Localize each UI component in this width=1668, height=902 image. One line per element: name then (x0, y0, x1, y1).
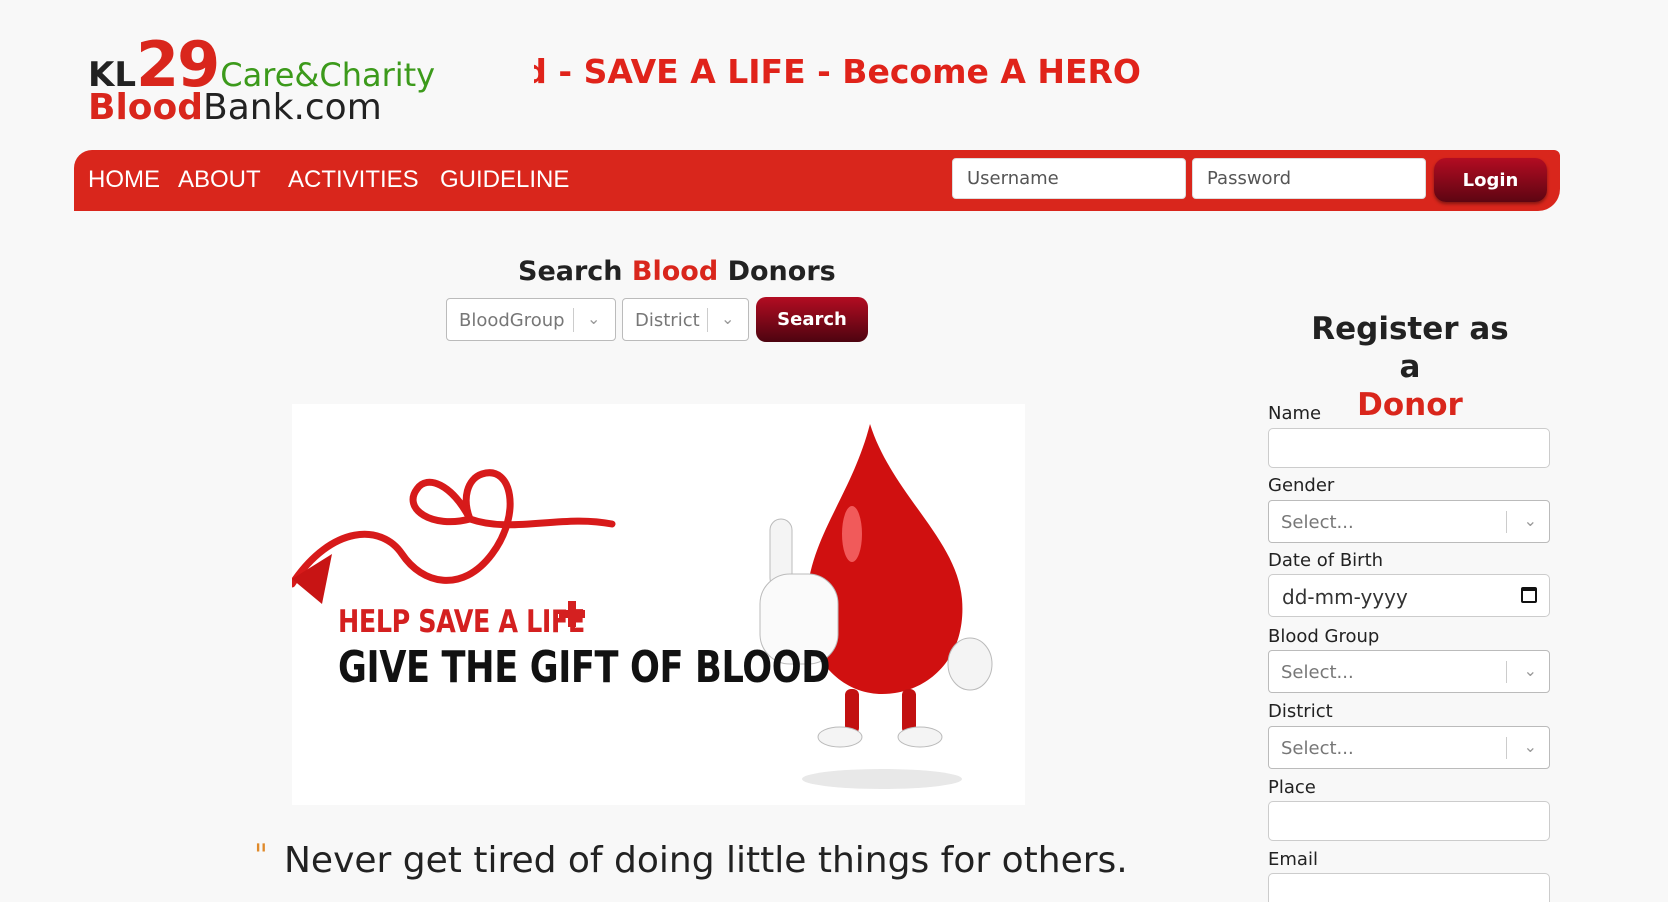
logo-blood-word: Blood (88, 87, 204, 128)
select-separator (1506, 511, 1507, 533)
district-select-value: District (635, 310, 700, 331)
district-select[interactable]: District ⌄ (622, 298, 749, 341)
chevron-down-icon: ⌄ (1523, 661, 1537, 680)
register-blood-group-value: Select... (1281, 662, 1354, 683)
nav-guideline[interactable]: GUIDELINE (440, 166, 569, 194)
register-district-value: Select... (1281, 738, 1354, 759)
password-input[interactable] (1192, 158, 1426, 199)
email-label: Email (1268, 849, 1318, 870)
quote-mark-icon: " (254, 838, 268, 873)
chevron-down-icon: ⌄ (1523, 737, 1537, 756)
select-separator (1506, 661, 1507, 683)
email-input[interactable] (1268, 873, 1550, 902)
place-input[interactable] (1268, 801, 1550, 841)
calendar-icon[interactable] (1521, 587, 1537, 603)
select-separator (707, 308, 708, 332)
gender-select-value: Select... (1281, 512, 1354, 533)
marquee-text: Donate Blood - SAVE A LIFE - Become A HE… (534, 52, 1141, 91)
blood-group-select[interactable]: BloodGroup ⌄ (446, 298, 616, 341)
dob-placeholder: dd-mm-yyyy (1282, 585, 1408, 609)
dob-input[interactable]: dd-mm-yyyy (1268, 574, 1550, 617)
donation-banner-image: HELP SAVE A LIFE GIVE THE GIFT OF BLOOD (292, 404, 1025, 805)
register-title: Register as a Donor (1311, 311, 1509, 424)
gender-select[interactable]: Select... ⌄ (1268, 500, 1550, 543)
dob-label: Date of Birth (1268, 550, 1384, 571)
marquee-banner: Donate Blood - SAVE A LIFE - Become A HE… (534, 52, 1174, 98)
username-input[interactable] (952, 158, 1186, 199)
gender-label: Gender (1268, 475, 1335, 496)
login-button[interactable]: Login (1434, 158, 1547, 202)
name-input[interactable] (1268, 428, 1550, 468)
quote-text: Never get tired of doing little things f… (284, 840, 1128, 881)
register-blood-group-select[interactable]: Select... ⌄ (1268, 650, 1550, 693)
search-button[interactable]: Search (756, 297, 868, 342)
register-district-select[interactable]: Select... ⌄ (1268, 726, 1550, 769)
site-logo[interactable]: KL 29 Care&Charity BloodBank.com (88, 34, 435, 126)
logo-domain: Bank.com (203, 87, 382, 128)
search-title: Search Blood Donors (518, 256, 836, 287)
blood-group-select-value: BloodGroup (459, 310, 565, 331)
select-separator (1506, 737, 1507, 759)
place-label: Place (1268, 777, 1316, 798)
district-label: District (1268, 701, 1333, 722)
chevron-down-icon: ⌄ (1523, 511, 1537, 530)
nav-about[interactable]: ABOUT (178, 166, 261, 194)
ribbon-heart-icon (292, 469, 616, 588)
chevron-down-icon: ⌄ (721, 309, 735, 328)
blood-group-label: Blood Group (1268, 626, 1380, 647)
chevron-down-icon: ⌄ (587, 309, 601, 328)
name-label: Name (1268, 403, 1322, 424)
banner-headline: HELP SAVE A LIFE (338, 604, 585, 640)
banner-subheadline: GIVE THE GIFT OF BLOOD (338, 642, 831, 693)
nav-activities[interactable]: ACTIVITIES (288, 166, 419, 194)
nav-home[interactable]: HOME (88, 166, 160, 194)
select-separator (573, 308, 574, 332)
main-navbar: HOME ABOUT ACTIVITIES GUIDELINE Login (74, 150, 1560, 211)
